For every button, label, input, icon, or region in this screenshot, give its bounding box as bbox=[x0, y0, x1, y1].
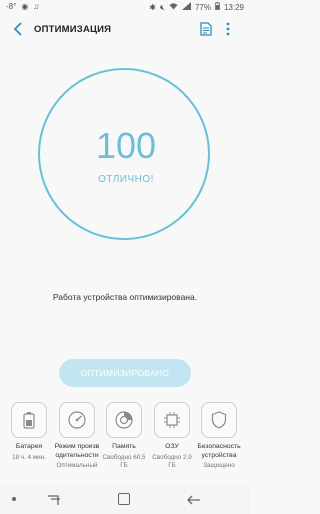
signal-icon bbox=[181, 2, 191, 13]
tile-battery-name: Батарея bbox=[15, 443, 43, 450]
shield-icon bbox=[211, 411, 227, 429]
chevron-left-icon bbox=[13, 22, 22, 36]
tile-performance-name: Режим производительности bbox=[54, 443, 100, 459]
storage-icon bbox=[115, 411, 133, 429]
tile-performance-box bbox=[59, 402, 95, 438]
recent-apps-icon bbox=[48, 495, 60, 505]
tile-security-value: Защищено bbox=[203, 462, 235, 469]
clock: 13:29 bbox=[223, 2, 244, 12]
tile-storage[interactable]: Память Свободно 60,5 ГБ bbox=[101, 402, 147, 470]
temperature-text: -8° bbox=[6, 2, 17, 11]
tile-storage-box bbox=[106, 402, 142, 438]
nav-dot-icon[interactable] bbox=[12, 497, 16, 501]
status-bar: -8° ◉ ♫ ✱ 🔇︎ 77% 13:29 bbox=[0, 0, 250, 14]
chip-icon bbox=[164, 412, 180, 428]
tile-ram-name: ОЗУ bbox=[165, 443, 179, 450]
tile-security-box bbox=[201, 402, 237, 438]
back-arrow-icon bbox=[187, 495, 200, 505]
tile-storage-name: Память bbox=[112, 443, 136, 450]
page-title: ОПТИМИЗАЦИЯ bbox=[34, 24, 112, 35]
tile-ram-box bbox=[154, 402, 190, 438]
score-label: ОТЛИЧНО! bbox=[98, 174, 154, 185]
recent-apps-button[interactable] bbox=[46, 493, 62, 507]
tile-storage-value: Свободно 60,5 ГБ bbox=[102, 453, 146, 469]
tile-security[interactable]: Безопасность устройства Защищено bbox=[196, 402, 242, 470]
tile-battery-value: 18 ч. 4 мин. bbox=[12, 453, 46, 461]
nav-back-button[interactable] bbox=[186, 492, 202, 508]
mute-icon: 🔇︎ bbox=[159, 2, 165, 12]
bluetooth-icon: ✱ bbox=[149, 2, 156, 12]
tile-security-name: Безопасность устройства bbox=[197, 443, 241, 459]
report-button[interactable] bbox=[200, 22, 214, 38]
back-button[interactable] bbox=[10, 21, 26, 39]
status-message: Работа устройства оптимизирована. bbox=[52, 292, 198, 302]
tile-battery[interactable]: Батарея 18 ч. 4 мин. bbox=[6, 402, 52, 462]
home-button[interactable] bbox=[118, 493, 130, 505]
navigation-bar bbox=[0, 486, 250, 514]
tile-performance-mode[interactable]: Режим производительности Оптимальный bbox=[54, 402, 100, 470]
battery-icon bbox=[23, 412, 35, 429]
tile-ram[interactable]: ОЗУ Свободно 2,9 ГБ bbox=[149, 402, 195, 470]
more-vertical-icon bbox=[226, 22, 230, 36]
battery-level: 77% bbox=[194, 2, 211, 12]
tile-ram-value: Свободно 2,9 ГБ bbox=[152, 453, 192, 469]
speedometer-icon bbox=[68, 411, 86, 429]
app-bar: ОПТИМИЗАЦИЯ bbox=[0, 14, 250, 46]
tile-battery-box bbox=[11, 402, 47, 438]
optimization-score-ring: 100 ОТЛИЧНО! bbox=[38, 68, 210, 240]
more-options-button[interactable] bbox=[226, 22, 236, 38]
document-icon bbox=[200, 22, 212, 36]
tile-performance-value: Оптимальный bbox=[56, 462, 98, 469]
notification-icon: ◉ bbox=[21, 2, 29, 11]
score-value: 100 bbox=[95, 125, 157, 166]
wifi-icon bbox=[169, 2, 178, 13]
optimize-button[interactable]: ОПТИМИЗИРОВАНО bbox=[59, 359, 191, 387]
battery-status-icon bbox=[215, 2, 220, 13]
music-note-icon: ♫ bbox=[33, 2, 40, 11]
